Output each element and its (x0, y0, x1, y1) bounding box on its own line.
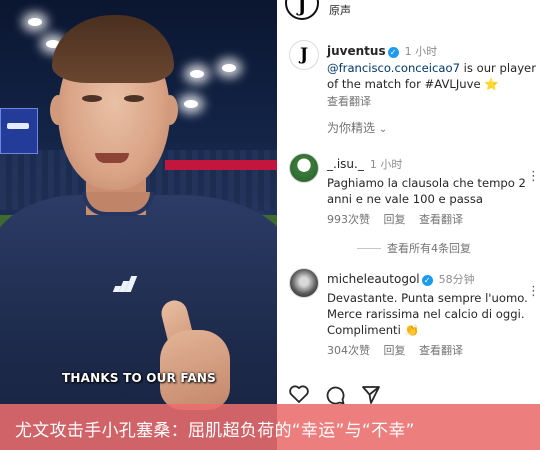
scoreboard (0, 108, 38, 154)
comment-more-icon[interactable]: ⋮ (527, 169, 540, 184)
juventus-avatar-top[interactable]: J (285, 0, 319, 20)
view-replies-link[interactable]: 查看所有4条回复 (357, 240, 471, 256)
floodlight (222, 64, 236, 72)
reply-button[interactable]: 回复 (384, 213, 406, 226)
verified-badge-icon: ✓ (421, 275, 433, 286)
post-time: 1 小时 (404, 45, 438, 58)
comment-item: micheleautogol ✓ 58分钟 Devastante. Punta se… (289, 268, 540, 363)
chevron-down-icon: ⌄ (378, 124, 388, 135)
player-eye (124, 95, 144, 102)
comment-more-icon[interactable]: ⋮ (527, 284, 540, 299)
comment-text: Devastante. Punta sempre l'uomo. Merce r… (327, 291, 528, 337)
translate-link[interactable]: 查看翻译 (419, 344, 463, 357)
translate-link[interactable]: 查看翻译 (419, 213, 463, 226)
player-eye (82, 95, 102, 102)
comment-text: Paghiamo la clausola che tempo 2 anni e … (327, 176, 526, 206)
post-caption: J juventus ✓ 1 小时 @francisco.conceicao7 is… (289, 40, 540, 110)
juventus-logo-icon: J (299, 45, 309, 65)
comment-time: 1 小时 (369, 158, 403, 171)
ad-board (165, 160, 277, 170)
comment-item: _.isu._ 1 小时 Paghiamo la clausola che tem… (289, 153, 540, 233)
comment-username[interactable]: _.isu._ (327, 157, 364, 171)
post-author[interactable]: juventus (327, 44, 386, 58)
news-headline-banner: 尤文攻击手小孔塞桑：屈肌超负荷的“幸运”与“不幸” (0, 404, 540, 450)
instagram-panel: J 原声 J juventus ✓ 1 小时 @francisco.conceica… (277, 0, 540, 450)
sort-label: 为你精选 (327, 121, 376, 135)
juventus-avatar[interactable]: J (289, 40, 319, 70)
thumbs-up-hand (160, 330, 230, 410)
commenter-avatar[interactable] (289, 153, 319, 183)
translate-link[interactable]: 查看翻译 (327, 95, 371, 108)
original-audio-label[interactable]: 原声 (329, 2, 351, 18)
adidas-logo (112, 276, 138, 292)
comment-time: 58分钟 (438, 273, 475, 286)
player-mouth (95, 153, 129, 163)
verified-badge-icon: ✓ (387, 47, 399, 58)
comment-likes: 993次赞 (327, 213, 370, 226)
player-hair (52, 15, 174, 83)
headline-text: 尤文攻击手小孔塞桑：屈肌超负荷的“幸运”与“不幸” (15, 421, 415, 441)
clap-emoji-icon: 👏 (404, 323, 419, 337)
floodlight (28, 18, 42, 26)
floodlight (190, 70, 204, 78)
commenter-avatar[interactable] (289, 268, 319, 298)
comment-likes: 304次赞 (327, 344, 370, 357)
juventus-logo-icon: J (297, 0, 307, 17)
comment-username[interactable]: micheleautogol (327, 272, 420, 286)
reply-button[interactable]: 回复 (384, 344, 406, 357)
video-caption: THANKS TO OUR FANS (62, 371, 216, 385)
player-mention-link[interactable]: @francisco.conceicao7 (327, 61, 460, 75)
video-player[interactable]: THANKS TO OUR FANS (0, 0, 277, 450)
sort-dropdown[interactable]: 为你精选 ⌄ (327, 119, 387, 136)
star-emoji-icon: ⭐ (484, 77, 499, 91)
floodlight (184, 100, 198, 108)
